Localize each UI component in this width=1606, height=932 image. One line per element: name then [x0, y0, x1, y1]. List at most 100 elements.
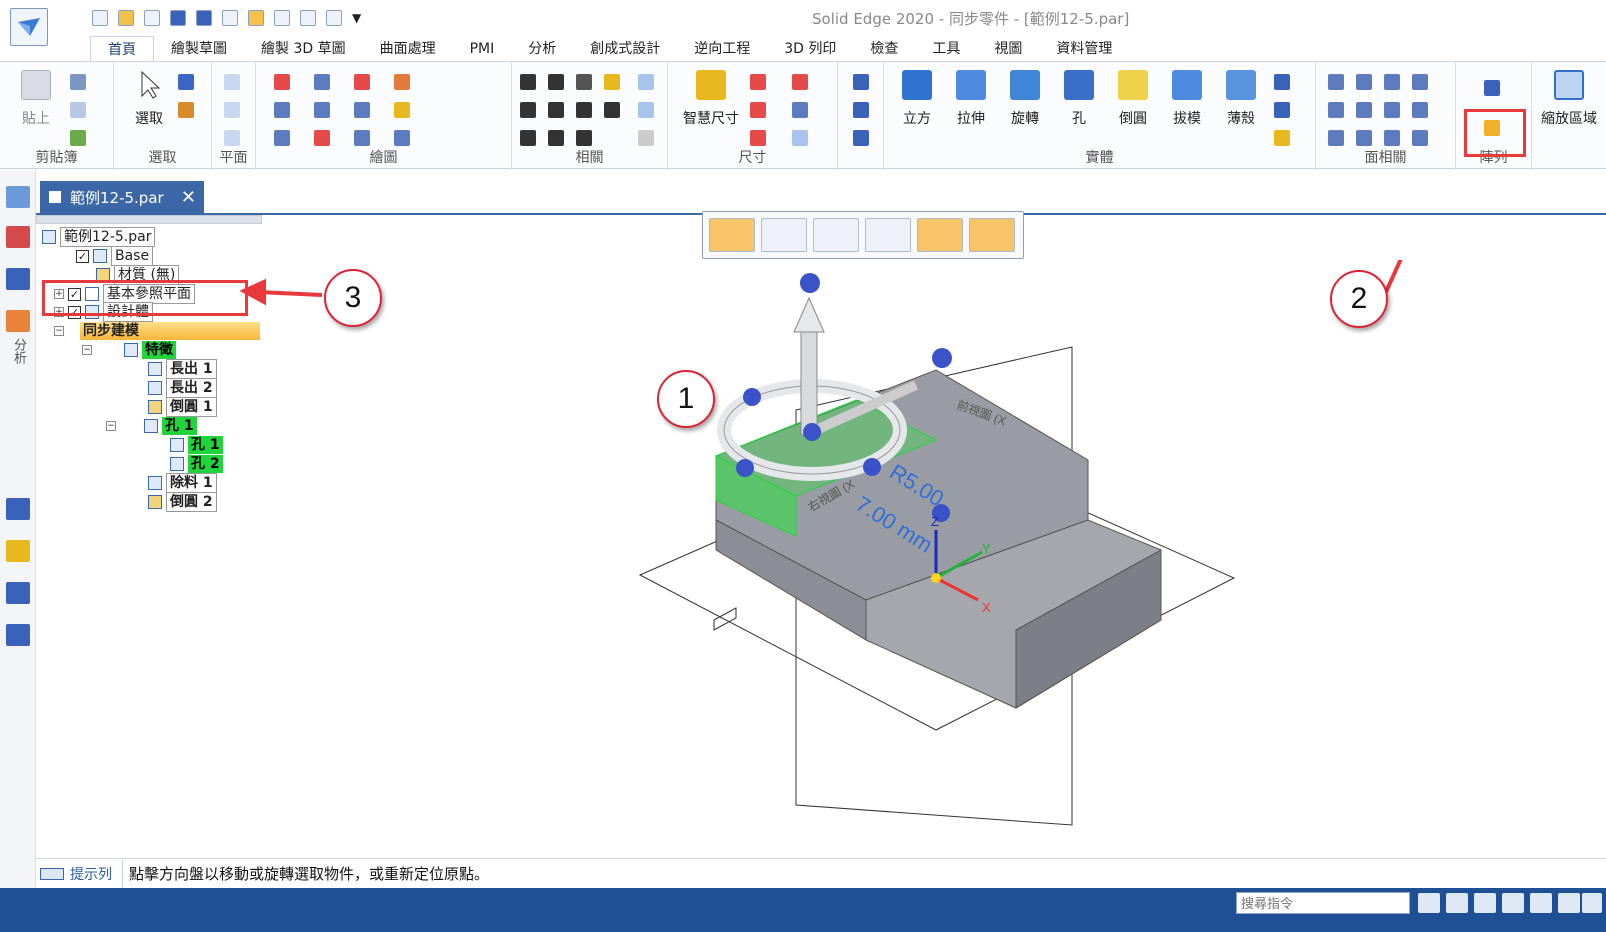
symmetric-face-icon[interactable] [1328, 102, 1344, 118]
new-icon[interactable] [92, 10, 108, 26]
cut-icon[interactable] [70, 74, 86, 90]
origin-point[interactable] [931, 573, 941, 583]
prompt-label[interactable]: 提示列 [36, 864, 122, 884]
detach-button[interactable] [865, 218, 911, 252]
tab-home[interactable]: 首頁 [90, 36, 154, 62]
thin-wall-button[interactable]: 薄殼 [1218, 70, 1264, 128]
properties-icon[interactable] [222, 10, 238, 26]
point-icon[interactable] [354, 130, 370, 146]
document-tab[interactable]: 範例12-5.par ✕ [40, 181, 204, 213]
fillet-sketch-icon[interactable] [354, 102, 370, 118]
text-height-icon[interactable] [853, 74, 869, 90]
tab-3d-print[interactable]: 3D 列印 [767, 36, 853, 62]
app-menu-button[interactable] [10, 8, 48, 46]
open-icon[interactable] [118, 10, 134, 26]
ring-knob-left[interactable] [743, 388, 761, 406]
find-icon[interactable] [144, 10, 160, 26]
box-button[interactable]: 立方 [894, 70, 940, 128]
zoom-area-view-icon[interactable] [1446, 893, 1468, 913]
tab-view[interactable]: 視圖 [977, 36, 1039, 62]
concentric-icon[interactable] [576, 74, 592, 90]
mirror-body-icon[interactable] [1274, 130, 1290, 146]
pattern-icon[interactable] [1484, 80, 1500, 96]
select-button[interactable]: 選取 [122, 70, 176, 128]
rotate-icon[interactable] [1558, 893, 1580, 913]
pan-icon[interactable] [1530, 893, 1552, 913]
pathfinder-icon[interactable] [6, 186, 30, 208]
coordinate-dim-icon[interactable] [750, 130, 766, 146]
extrude-button[interactable]: 拉伸 [948, 70, 994, 128]
wheel-origin-knob[interactable] [803, 423, 821, 441]
select-options-icon[interactable] [178, 102, 194, 118]
lock-icon[interactable] [604, 74, 620, 90]
text-decrease-icon[interactable] [853, 130, 869, 146]
tree-root[interactable]: 範例12-5.par [42, 227, 156, 247]
tab-inspect[interactable]: 檢查 [853, 36, 915, 62]
line-icon[interactable] [274, 74, 290, 90]
revolve-button[interactable]: 旋轉 [1002, 70, 1048, 128]
feature-library-icon[interactable] [6, 268, 30, 290]
axis-end-knob-right[interactable] [932, 348, 952, 368]
relation-handles-icon[interactable] [638, 74, 654, 90]
sketch-relations-icon[interactable] [638, 130, 654, 146]
tab-data-management[interactable]: 資料管理 [1039, 36, 1129, 62]
dim-table-icon[interactable] [792, 130, 808, 146]
live-rules-button[interactable] [969, 218, 1015, 252]
tangent-face-icon[interactable] [1412, 74, 1428, 90]
perpendicular-face-icon[interactable] [1328, 130, 1344, 146]
rectangle-icon[interactable] [274, 102, 290, 118]
collinear-icon[interactable] [576, 130, 592, 146]
angular-coordinate-icon[interactable] [792, 102, 808, 118]
copy-button[interactable] [813, 218, 859, 252]
paste-special-icon[interactable] [248, 10, 264, 26]
redo-icon[interactable] [300, 10, 316, 26]
angle-between-icon[interactable] [750, 102, 766, 118]
text-increase-icon[interactable] [853, 102, 869, 118]
tangent-icon[interactable] [520, 130, 536, 146]
tab-3d-sketch[interactable]: 繪製 3D 草圖 [244, 36, 363, 62]
3d-viewport[interactable]: R5.00 7.00 mm 右視圖 (X 前視圖 (X Z Y X [36, 260, 1606, 855]
axis-end-knob-top[interactable] [800, 273, 820, 293]
tab-reverse-engineering[interactable]: 逆向工程 [677, 36, 767, 62]
tab-sketch[interactable]: 繪製草圖 [154, 36, 244, 62]
distance-between-icon[interactable] [750, 74, 766, 90]
key-icon[interactable] [6, 540, 30, 562]
coaxial-icon[interactable] [1356, 74, 1372, 90]
copy-icon[interactable] [70, 102, 86, 118]
close-icon[interactable]: ✕ [181, 187, 196, 208]
tab-generative-design[interactable]: 創成式設計 [573, 36, 677, 62]
save-icon[interactable] [170, 10, 186, 26]
keypoints-button[interactable] [917, 218, 963, 252]
fix-icon[interactable] [1412, 130, 1428, 146]
plane-icon[interactable] [224, 74, 240, 90]
tab-analyze[interactable]: 分析 [511, 36, 573, 62]
tab-tools[interactable]: 工具 [915, 36, 977, 62]
circle-icon[interactable] [274, 130, 290, 146]
layers-icon[interactable] [6, 226, 30, 248]
save-all-icon[interactable] [196, 10, 212, 26]
tab-pmi[interactable]: PMI [453, 36, 512, 62]
paste-button[interactable]: 貼上 [14, 70, 58, 128]
ring-knob-front[interactable] [863, 458, 881, 476]
format-painter-icon[interactable] [70, 130, 86, 146]
extend-icon[interactable] [314, 130, 330, 146]
curve-icon[interactable] [314, 102, 330, 118]
share-icon[interactable] [1418, 893, 1440, 913]
move-options-button[interactable] [761, 218, 807, 252]
mirror-icon[interactable] [394, 130, 410, 146]
view-orient-icon[interactable] [1582, 893, 1602, 913]
coplanar-icon[interactable] [1328, 74, 1344, 90]
connect-icon[interactable] [520, 74, 536, 90]
plane-normal-icon[interactable] [224, 102, 240, 118]
tab-surfacing[interactable]: 曲面處理 [363, 36, 453, 62]
repeat-icon[interactable] [326, 10, 342, 26]
assembly-icon[interactable] [6, 624, 30, 646]
trim-icon[interactable] [354, 74, 370, 90]
plane-angle-icon[interactable] [224, 130, 240, 146]
round-button[interactable]: 倒圓 [1110, 70, 1156, 128]
steering-wheel-button[interactable] [709, 218, 755, 252]
add-body-icon[interactable] [1274, 74, 1290, 90]
zoom-area-button[interactable]: 縮放區域 [1536, 70, 1602, 128]
fit-icon[interactable] [1502, 893, 1524, 913]
undo-icon[interactable] [274, 10, 290, 26]
